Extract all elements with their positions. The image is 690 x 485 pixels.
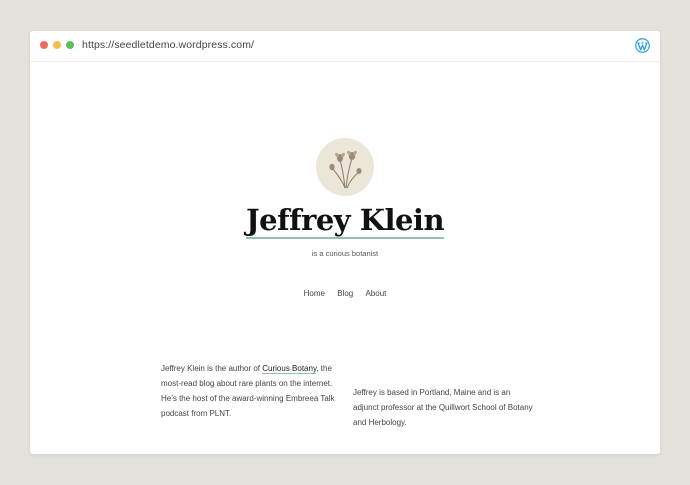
bio-left-text-start: Jeffrey Klein is the author of (161, 364, 263, 373)
bio-paragraph-left: Jeffrey Klein is the author of Curious B… (161, 361, 336, 421)
nav-item-home[interactable]: Home (304, 289, 325, 298)
curious-botany-link[interactable]: Curious Botany (262, 364, 317, 374)
site-title-text[interactable]: Jeffrey Klein (245, 203, 445, 239)
address-bar[interactable]: https://seedletdemo.wordpress.com/ (82, 39, 254, 51)
site-title[interactable]: Jeffrey Klein (30, 203, 660, 239)
dried-flowers-icon (329, 150, 362, 189)
nav-item-about[interactable]: About (365, 289, 386, 298)
maximize-window-button[interactable] (66, 41, 74, 49)
bio-paragraph-right: Jeffrey is based in Portland, Maine and … (353, 388, 533, 427)
wordpress-icon[interactable] (635, 38, 650, 53)
browser-window: https://seedletdemo.wordpress.com/ Jeffr… (30, 31, 660, 454)
site-tagline: is a curious botanist (311, 249, 379, 258)
browser-titlebar: https://seedletdemo.wordpress.com/ (30, 31, 660, 62)
primary-navigation: Home Blog About (30, 289, 660, 298)
avatar[interactable] (316, 138, 374, 196)
nav-item-blog[interactable]: Blog (337, 289, 353, 298)
close-window-button[interactable] (40, 41, 48, 49)
minimize-window-button[interactable] (53, 41, 61, 49)
